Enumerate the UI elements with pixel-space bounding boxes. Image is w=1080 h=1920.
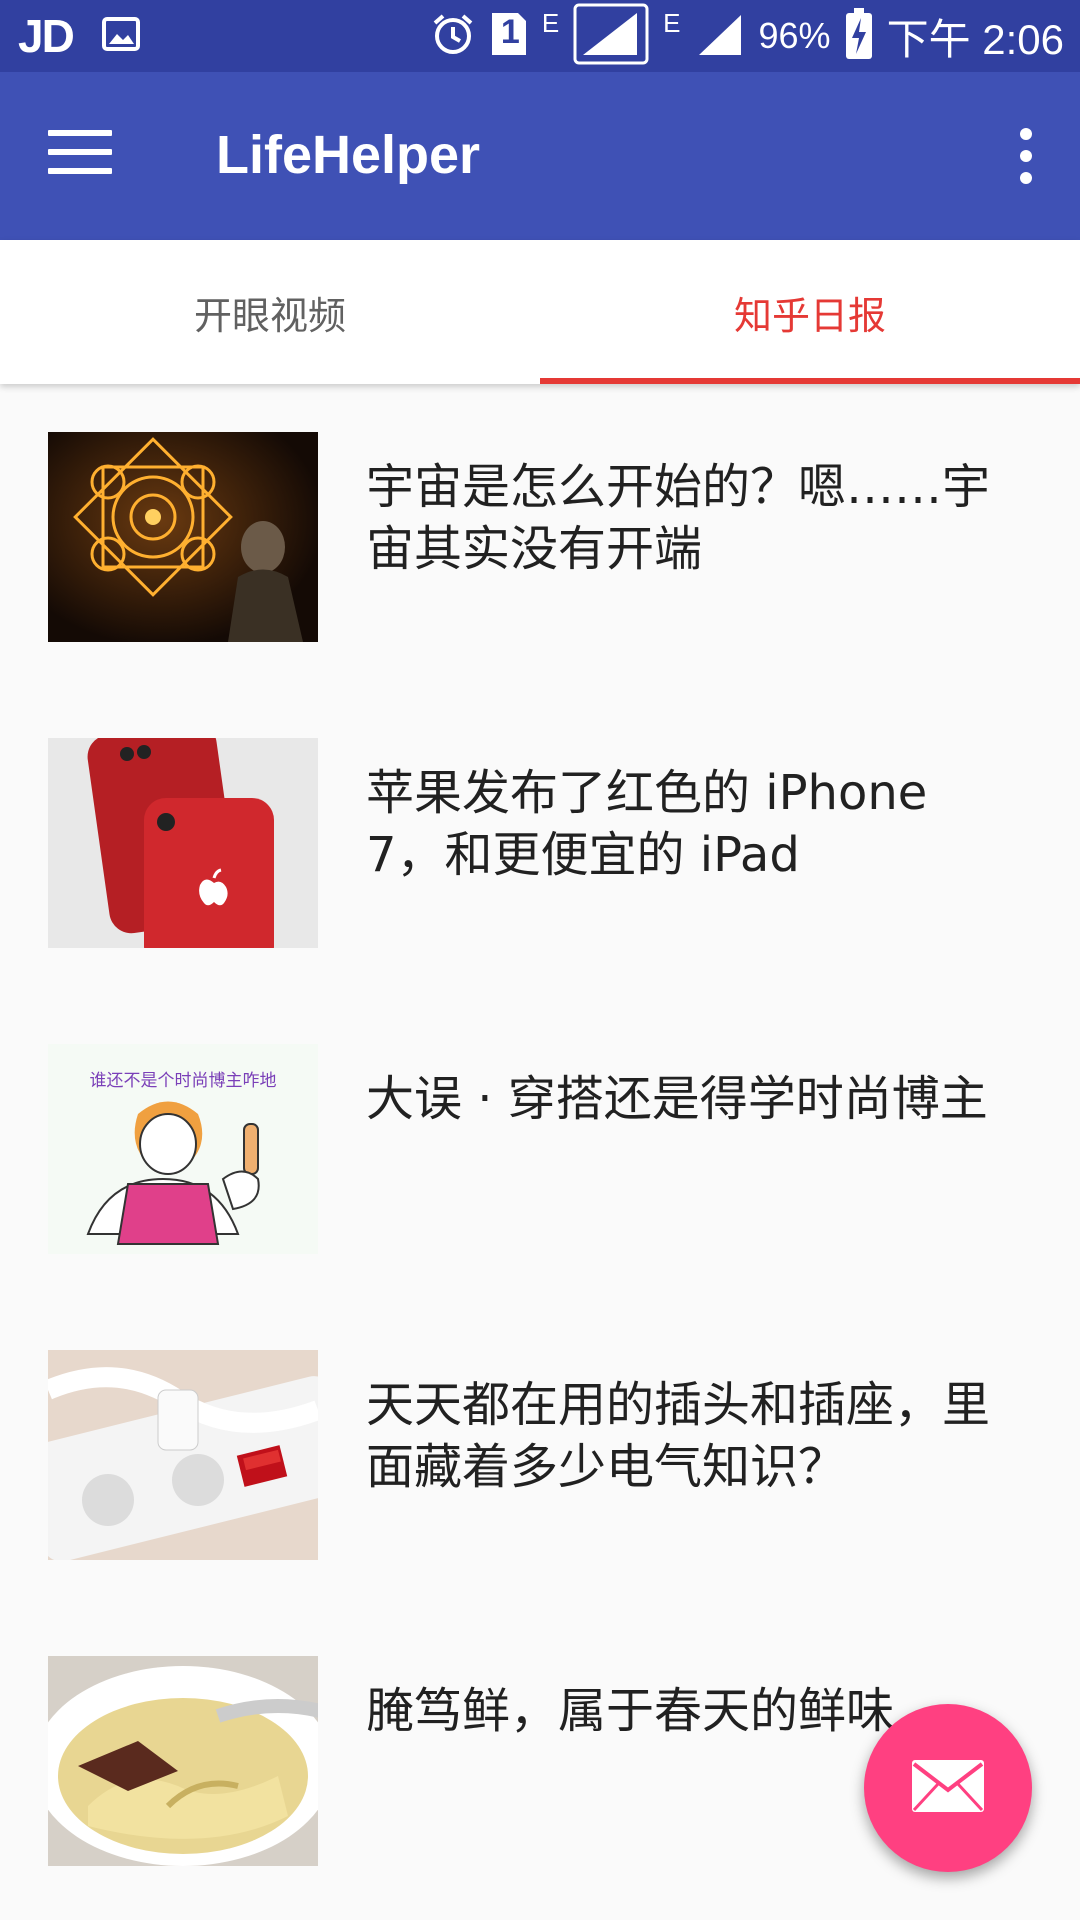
status-bar: JD 1 E E 96% 下午 2:06: [0, 0, 1080, 72]
network-type-label: E: [541, 8, 560, 38]
more-vert-icon[interactable]: [992, 112, 1060, 200]
tab-zhihu-daily[interactable]: 知乎日报: [540, 240, 1080, 384]
article-title: 天天都在用的插头和插座，里面藏着多少电气知识？: [366, 1377, 991, 1495]
network-type-label-2: E: [663, 8, 681, 38]
article-title: 大误 · 穿搭还是得学时尚博主: [366, 1071, 988, 1127]
app-bar: LifeHelper: [0, 72, 1080, 240]
battery-percentage: 96%: [758, 15, 831, 56]
battery-charging-icon: [845, 8, 873, 64]
signal-strength-icon: [573, 3, 649, 69]
thumbnail-caption: 谁还不是个时尚博主咋地: [90, 1071, 277, 1091]
article-thumbnail: [48, 738, 318, 948]
hamburger-menu-icon[interactable]: [48, 130, 112, 182]
article-item[interactable]: 天天都在用的插头和插座，里面藏着多少电气知识？: [0, 1302, 1080, 1608]
jd-app-icon: JD: [18, 10, 75, 62]
article-title: 苹果发布了红色的 iPhone 7，和更便宜的 iPad: [366, 765, 928, 883]
signal-strength-icon-2: [695, 11, 745, 61]
article-thumbnail: 谁还不是个时尚博主咋地: [48, 1044, 318, 1254]
sim-slot-label: 1: [500, 13, 520, 51]
tab-eyepetizer-video[interactable]: 开眼视频: [0, 240, 540, 384]
clock: 下午 2:06: [886, 15, 1064, 63]
mail-fab-button[interactable]: [864, 1704, 1032, 1872]
article-thumbnail: [48, 1350, 318, 1560]
gallery-notification-icon: [101, 14, 141, 58]
article-thumbnail: [48, 432, 318, 642]
article-title: 宇宙是怎么开始的？嗯……宇宙其实没有开端: [366, 459, 991, 577]
sim-card-icon: 1: [490, 11, 528, 61]
app-title: LifeHelper: [216, 125, 481, 185]
article-item[interactable]: 苹果发布了红色的 iPhone 7，和更便宜的 iPad: [0, 690, 1080, 996]
article-item[interactable]: 宇宙是怎么开始的？嗯……宇宙其实没有开端: [0, 384, 1080, 690]
tab-bar: 开眼视频 知乎日报: [0, 240, 1080, 384]
article-item[interactable]: 谁还不是个时尚博主咋地 大误 · 穿搭还是得学时尚博主: [0, 996, 1080, 1302]
alarm-icon: [430, 11, 476, 61]
tab-selected-indicator: [540, 378, 1080, 384]
mail-icon: [910, 1758, 986, 1818]
article-thumbnail: [48, 1656, 318, 1866]
